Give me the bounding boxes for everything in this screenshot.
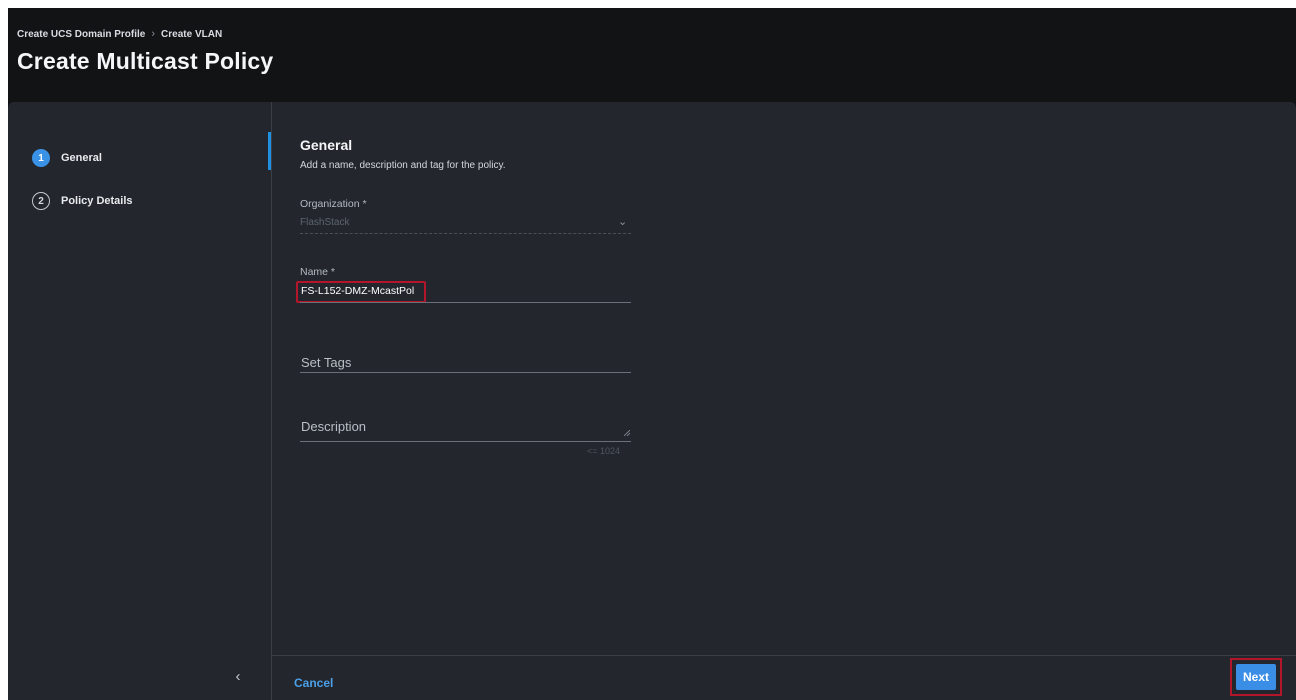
description-char-counter: <= 1024	[587, 446, 621, 456]
organization-select[interactable]: FlashStack	[300, 217, 349, 228]
page-header: Create UCS Domain Profile › Create VLAN …	[8, 8, 1296, 102]
name-underline	[300, 302, 631, 303]
step-policy-details[interactable]: 2 Policy Details	[32, 192, 133, 210]
step-label: Policy Details	[61, 195, 133, 207]
cancel-button[interactable]: Cancel	[294, 676, 333, 690]
footer-divider	[272, 655, 1296, 656]
chevron-right-icon: ›	[151, 28, 156, 40]
tags-underline	[300, 372, 631, 373]
breadcrumb-create-vlan[interactable]: Create VLAN	[161, 29, 222, 40]
organization-label: Organization *	[300, 198, 367, 210]
wizard-steps: 1 General 2 Policy Details ‹	[8, 102, 271, 700]
set-tags-input[interactable]: Set Tags	[301, 355, 351, 370]
steps-divider	[271, 102, 272, 700]
chevron-down-icon[interactable]: ⌄	[618, 215, 627, 228]
step-label: General	[61, 152, 102, 164]
description-underline	[300, 441, 631, 442]
page-title: Create Multicast Policy	[17, 48, 274, 74]
wizard-card: 1 General 2 Policy Details ‹ General Add…	[8, 102, 1296, 700]
name-input[interactable]: FS-L152-DMZ-McastPol	[301, 285, 414, 297]
step-number-badge: 1	[32, 149, 50, 167]
section-title: General	[300, 137, 353, 153]
step-general[interactable]: 1 General	[32, 149, 102, 167]
breadcrumb: Create UCS Domain Profile › Create VLAN	[17, 28, 222, 40]
breadcrumb-domain-profile[interactable]: Create UCS Domain Profile	[17, 29, 145, 40]
chevron-left-icon[interactable]: ‹	[230, 668, 246, 685]
next-button[interactable]: Next	[1236, 664, 1276, 690]
name-label: Name *	[300, 266, 336, 278]
organization-underline	[300, 233, 631, 234]
step-number-badge: 2	[32, 192, 50, 210]
description-textarea[interactable]: Description	[301, 419, 366, 434]
app-frame: Create UCS Domain Profile › Create VLAN …	[8, 8, 1296, 700]
resize-handle-icon[interactable]	[624, 430, 630, 436]
section-subtitle: Add a name, description and tag for the …	[300, 160, 506, 171]
